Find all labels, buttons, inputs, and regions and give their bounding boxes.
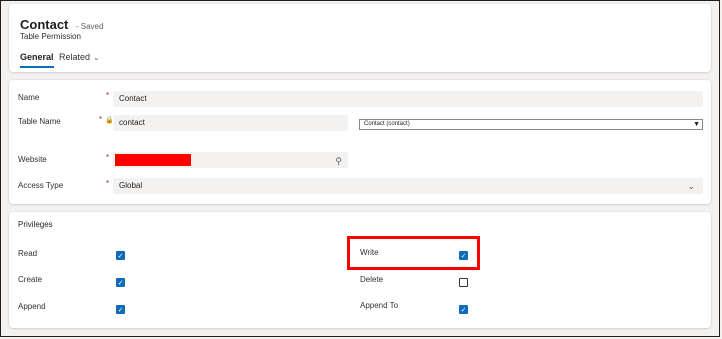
privileges-title: Privileges bbox=[18, 220, 53, 229]
privilege-append-label: Append bbox=[18, 302, 46, 311]
name-input[interactable]: Contact bbox=[113, 91, 703, 107]
chevron-down-icon: ⌄ bbox=[687, 181, 695, 191]
access-type-required-indicator: * bbox=[106, 179, 110, 188]
form-header: Contact - Saved Table Permission General… bbox=[9, 4, 711, 72]
table-name-select-value: Contact (contact) bbox=[364, 121, 410, 127]
tab-related-label: Related bbox=[59, 52, 91, 62]
tab-related[interactable]: Related ⌄ bbox=[59, 52, 100, 62]
privilege-create-checkbox[interactable]: ✓ bbox=[116, 278, 125, 287]
name-value: Contact bbox=[119, 94, 147, 103]
highlight-box bbox=[347, 236, 480, 270]
search-icon[interactable]: ⚲ bbox=[335, 153, 342, 169]
general-section: Name * Contact Table Name * 🔒 contact Co… bbox=[9, 80, 711, 204]
privileges-section: Privileges Read ✓ Create ✓ Append ✓ Writ… bbox=[9, 212, 711, 328]
tab-general-label: General bbox=[20, 52, 54, 62]
table-name-select[interactable]: Contact (contact) ▼ bbox=[359, 119, 703, 130]
chevron-down-icon: ⌄ bbox=[93, 53, 100, 62]
website-required-indicator: * bbox=[106, 153, 110, 162]
table-name-input[interactable]: contact bbox=[113, 115, 348, 131]
name-label: Name bbox=[18, 93, 40, 102]
website-lookup-input[interactable]: ⚲ bbox=[113, 152, 348, 168]
record-title: Contact bbox=[20, 17, 69, 32]
privilege-append-checkbox[interactable]: ✓ bbox=[116, 305, 125, 314]
privilege-append-to-checkbox[interactable]: ✓ bbox=[459, 305, 468, 314]
privilege-delete-checkbox[interactable] bbox=[459, 278, 468, 287]
table-name-label: Table Name bbox=[18, 117, 61, 126]
privilege-create-label: Create bbox=[18, 275, 43, 284]
website-label: Website bbox=[18, 155, 47, 164]
save-status: - Saved bbox=[75, 22, 104, 31]
access-type-value: Global bbox=[119, 181, 143, 190]
redaction-box bbox=[115, 154, 191, 166]
privilege-delete-label: Delete bbox=[360, 275, 384, 284]
privilege-read-checkbox[interactable]: ✓ bbox=[116, 251, 125, 260]
access-type-select[interactable]: Global ⌄ bbox=[113, 178, 703, 194]
chevron-down-icon: ▼ bbox=[693, 121, 700, 128]
access-type-label: Access Type bbox=[18, 181, 64, 190]
name-required-indicator: * bbox=[106, 91, 110, 100]
privilege-append-to-label: Append To bbox=[360, 301, 399, 310]
entity-name: Table Permission bbox=[20, 32, 81, 41]
table-name-required-indicator: * bbox=[99, 115, 103, 124]
table-name-value: contact bbox=[119, 118, 145, 127]
tab-general[interactable]: General bbox=[20, 52, 54, 68]
privilege-read-label: Read bbox=[18, 249, 38, 258]
